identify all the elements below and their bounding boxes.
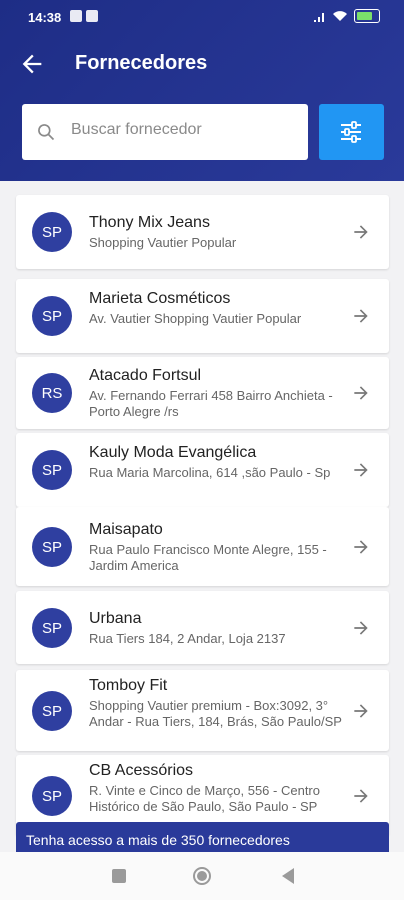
supplier-card[interactable]: SP Urbana Rua Tiers 184, 2 Andar, Loja 213… xyxy=(16,591,389,664)
supplier-card[interactable]: SP Kauly Moda Evangélica Rua Maria Marcoli… xyxy=(16,433,389,507)
header: 14:38 Fornecedores Buscar fornecedor xyxy=(0,0,404,181)
avatar-initials: SP xyxy=(41,619,62,637)
recent-apps-icon[interactable] xyxy=(112,869,126,883)
supplier-address: Av. Fernando Ferrari 458 Bairro Anchieta… xyxy=(89,388,333,419)
search-icon xyxy=(38,124,55,141)
arrow-right-icon[interactable] xyxy=(351,537,371,557)
avatar-initials: RS xyxy=(41,384,63,402)
supplier-avatar: SP xyxy=(32,296,72,336)
app-bar: Fornecedores xyxy=(0,44,404,84)
status-time: 14:38 xyxy=(28,10,62,25)
wifi-icon xyxy=(333,11,347,21)
search-placeholder: Buscar fornecedor xyxy=(71,121,202,138)
avatar-initials: SP xyxy=(41,223,62,241)
notification-icon xyxy=(86,10,98,22)
sliders-icon xyxy=(341,121,361,143)
supplier-address: Rua Paulo Francisco Monte Alegre, 155 - … xyxy=(89,542,327,573)
battery-level xyxy=(357,12,372,20)
supplier-address: Shopping Vautier premium - Box:3092, 3° … xyxy=(89,698,342,729)
supplier-address: Shopping Vautier Popular xyxy=(89,235,237,250)
supplier-card[interactable]: RS Atacado Fortsul Av. Fernando Ferrari 45… xyxy=(16,357,389,429)
page-title: Fornecedores xyxy=(75,52,208,74)
search-input[interactable]: Buscar fornecedor xyxy=(22,104,308,160)
supplier-avatar: SP xyxy=(32,450,72,490)
arrow-right-icon[interactable] xyxy=(351,306,371,326)
supplier-name: Maisapato xyxy=(89,521,163,538)
supplier-avatar: SP xyxy=(32,212,72,252)
supplier-avatar: SP xyxy=(32,691,72,731)
arrow-right-icon[interactable] xyxy=(351,786,371,806)
avatar-initials: SP xyxy=(41,307,62,325)
signal-icon xyxy=(314,13,324,22)
avatar-initials: SP xyxy=(41,461,62,479)
supplier-avatar: RS xyxy=(32,373,72,413)
supplier-name: Kauly Moda Evangélica xyxy=(89,444,257,461)
back-arrow-icon[interactable] xyxy=(18,50,46,78)
supplier-name: Tomboy Fit xyxy=(89,677,168,694)
supplier-name: Thony Mix Jeans xyxy=(89,214,210,231)
arrow-right-icon[interactable] xyxy=(351,618,371,638)
avatar-initials: SP xyxy=(41,787,62,805)
supplier-address: R. Vinte e Cinco de Março, 556 - Centro … xyxy=(89,783,320,814)
supplier-address: Rua Maria Marcolina, 614 ,são Paulo - Sp xyxy=(89,465,331,480)
home-icon[interactable] xyxy=(192,866,212,886)
supplier-avatar: SP xyxy=(32,527,72,567)
filter-button[interactable] xyxy=(319,104,384,160)
supplier-name: CB Acessórios xyxy=(89,762,194,779)
supplier-card[interactable]: SP Marieta Cosméticos Av. Vautier Shopping… xyxy=(16,279,389,353)
promo-text: Tenha acesso a mais de 350 fornecedores xyxy=(26,832,290,848)
supplier-name: Marieta Cosméticos xyxy=(89,290,231,307)
supplier-card[interactable]: SP Tomboy Fit Shopping Vautier premium - B… xyxy=(16,670,389,751)
system-nav-bar xyxy=(0,852,404,900)
status-bar: 14:38 xyxy=(0,0,404,34)
battery-icon xyxy=(354,9,380,23)
supplier-avatar: SP xyxy=(32,608,72,648)
supplier-name: Atacado Fortsul xyxy=(89,367,202,384)
supplier-address: Av. Vautier Shopping Vautier Popular xyxy=(89,311,302,326)
arrow-right-icon[interactable] xyxy=(351,701,371,721)
nav-back-icon[interactable] xyxy=(280,866,296,886)
status-right xyxy=(312,9,380,23)
supplier-name: Urbana xyxy=(89,610,142,627)
status-notification-icons xyxy=(70,10,98,22)
promo-banner[interactable]: Tenha acesso a mais de 350 fornecedores xyxy=(16,822,389,854)
supplier-avatar: SP xyxy=(32,776,72,816)
supplier-card[interactable]: SP Thony Mix Jeans Shopping Vautier Popula… xyxy=(16,195,389,269)
arrow-right-icon[interactable] xyxy=(351,460,371,480)
supplier-address: Rua Tiers 184, 2 Andar, Loja 2137 xyxy=(89,631,286,646)
arrow-right-icon[interactable] xyxy=(351,383,371,403)
supplier-card[interactable]: SP Maisapato Rua Paulo Francisco Monte Ale… xyxy=(16,507,389,586)
notification-icon xyxy=(70,10,82,22)
avatar-initials: SP xyxy=(41,702,62,720)
arrow-right-icon[interactable] xyxy=(351,222,371,242)
avatar-initials: SP xyxy=(41,538,62,556)
